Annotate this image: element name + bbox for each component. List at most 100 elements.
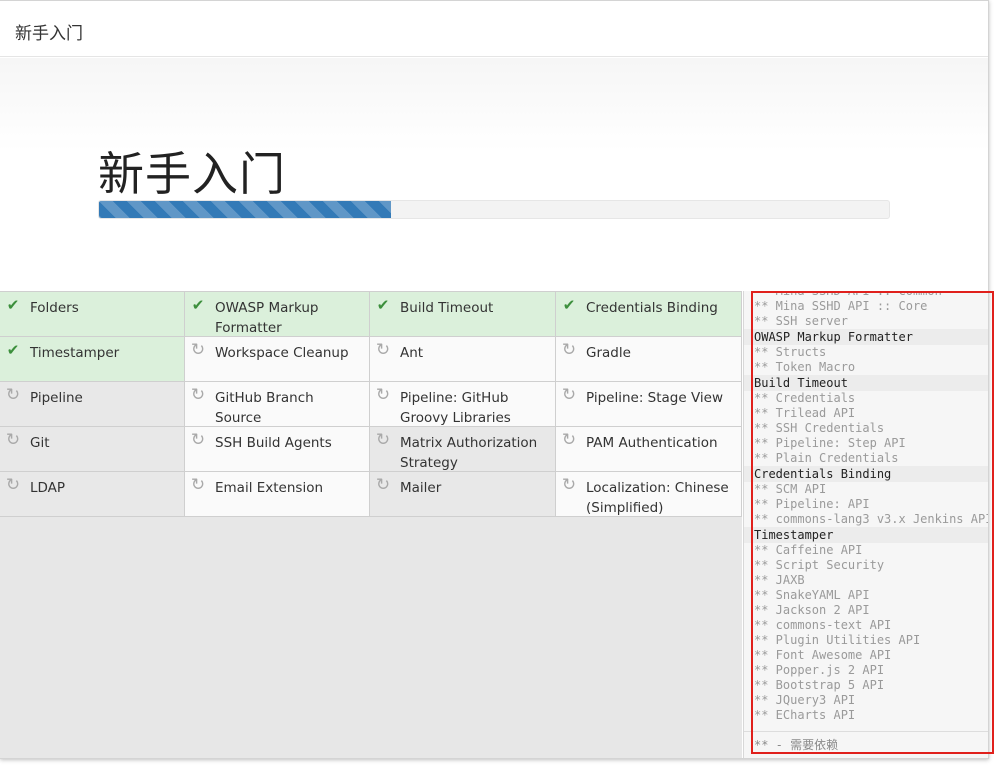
check-icon: ✔ bbox=[562, 296, 576, 314]
plugin-label: Build Timeout bbox=[400, 300, 494, 316]
plugin-cell: ✔ OWASP Markup Formatter bbox=[185, 292, 370, 337]
refresh-icon: ↻ bbox=[375, 385, 391, 405]
plugin-cell: ↻ Localization: Chinese (Simplified) bbox=[556, 472, 742, 517]
log-plugin-heading: Build Timeout bbox=[744, 375, 988, 391]
log-dependency-line: ** Structs bbox=[754, 345, 827, 359]
plugin-cell: ✔ Timestamper bbox=[0, 337, 185, 382]
refresh-icon: ↻ bbox=[561, 430, 577, 450]
refresh-icon: ↻ bbox=[190, 385, 206, 405]
install-log-panel[interactable]: ** Mina SSHD API :: Common ** Mina SSHD A… bbox=[743, 291, 988, 758]
plugin-cell: ✔ Credentials Binding bbox=[556, 292, 742, 337]
plugin-cell: ↻ Git bbox=[0, 427, 185, 472]
log-plugin-heading: Timestamper bbox=[744, 527, 988, 543]
log-dependency-line: ** commons-text API bbox=[754, 618, 892, 632]
refresh-icon: ↻ bbox=[5, 430, 21, 450]
plugin-cell: ↻ LDAP bbox=[0, 472, 185, 517]
log-dependency-line: ** Caffeine API bbox=[754, 543, 863, 557]
refresh-icon: ↻ bbox=[5, 475, 21, 495]
log-legend: ** - 需要依赖 bbox=[744, 731, 988, 758]
plugin-label: LDAP bbox=[30, 480, 66, 496]
plugin-cell: ↻ Gradle bbox=[556, 337, 742, 382]
log-dependency-line: ** SnakeYAML API bbox=[754, 588, 870, 602]
install-log-lines: ** Mina SSHD API :: Common ** Mina SSHD A… bbox=[744, 291, 988, 723]
refresh-icon: ↻ bbox=[5, 385, 21, 405]
check-icon: ✔ bbox=[191, 296, 205, 314]
plugin-label: OWASP Markup Formatter bbox=[215, 300, 319, 336]
refresh-icon: ↻ bbox=[561, 475, 577, 495]
plugin-label: Pipeline: GitHub Groovy Libraries bbox=[400, 390, 511, 426]
plugin-cell: ↻ Pipeline bbox=[0, 382, 185, 427]
log-dependency-line: ** Plugin Utilities API bbox=[754, 633, 921, 647]
log-dependency-line: ** Mina SSHD API :: Common bbox=[754, 291, 942, 298]
refresh-icon: ↻ bbox=[375, 340, 391, 360]
plugin-grid: ✔ Folders ✔ OWASP Markup Formatter ✔ Build Ti… bbox=[0, 292, 742, 517]
plugin-cell: ✔ Build Timeout bbox=[370, 292, 556, 337]
plugin-label: GitHub Branch Source bbox=[215, 390, 314, 426]
plugin-label: Credentials Binding bbox=[586, 300, 718, 316]
plugin-label: Pipeline bbox=[30, 390, 83, 406]
progress-fill bbox=[99, 201, 392, 218]
plugin-cell: ↻ Pipeline: Stage View bbox=[556, 382, 742, 427]
log-dependency-line: ** Token Macro bbox=[754, 360, 856, 374]
refresh-icon: ↻ bbox=[561, 385, 577, 405]
log-dependency-line: ** Credentials bbox=[754, 391, 856, 405]
refresh-icon: ↻ bbox=[190, 430, 206, 450]
log-dependency-line: ** commons-lang3 v3.x Jenkins API bbox=[754, 512, 988, 526]
refresh-icon: ↻ bbox=[190, 475, 206, 495]
page-title: 新手入门 bbox=[98, 147, 286, 201]
log-dependency-line: ** ECharts API bbox=[754, 708, 856, 722]
plugin-label: Localization: Chinese (Simplified) bbox=[586, 480, 729, 516]
install-progress-bar bbox=[98, 200, 890, 219]
plugin-label: Pipeline: Stage View bbox=[586, 390, 724, 406]
plugin-cell: ↻ Matrix Authorization Strategy bbox=[370, 427, 556, 472]
log-dependency-line: ** SSH Credentials bbox=[754, 421, 885, 435]
log-dependency-line: ** Pipeline: API bbox=[754, 497, 870, 511]
plugin-cell: ↻ GitHub Branch Source bbox=[185, 382, 370, 427]
plugin-cell: ↻ SSH Build Agents bbox=[185, 427, 370, 472]
check-icon: ✔ bbox=[376, 296, 390, 314]
log-dependency-line: ** JQuery3 API bbox=[754, 693, 856, 707]
log-dependency-line: ** Popper.js 2 API bbox=[754, 663, 885, 677]
log-dependency-line: ** Font Awesome API bbox=[754, 648, 892, 662]
log-dependency-line: ** JAXB bbox=[754, 573, 805, 587]
plugin-cell: ↻ Pipeline: GitHub Groovy Libraries bbox=[370, 382, 556, 427]
dialog-header: 新手入门 bbox=[0, 1, 988, 57]
log-dependency-line: ** Jackson 2 API bbox=[754, 603, 870, 617]
plugin-label: Gradle bbox=[586, 345, 631, 361]
plugin-label: Email Extension bbox=[215, 480, 324, 496]
check-icon: ✔ bbox=[6, 296, 20, 314]
dialog-title: 新手入门 bbox=[15, 24, 83, 44]
plugin-label: Matrix Authorization Strategy bbox=[400, 435, 538, 471]
plugin-label: Folders bbox=[30, 300, 79, 316]
log-dependency-line: ** Pipeline: Step API bbox=[754, 436, 906, 450]
plugin-label: Ant bbox=[400, 345, 424, 361]
log-dependency-line: ** Trilead API bbox=[754, 406, 856, 420]
plugin-cell: ↻ Workspace Cleanup bbox=[185, 337, 370, 382]
plugin-label: PAM Authentication bbox=[586, 435, 718, 451]
log-dependency-line: ** Bootstrap 5 API bbox=[754, 678, 885, 692]
log-dependency-line: ** SCM API bbox=[754, 482, 827, 496]
plugin-cell: ✔ Folders bbox=[0, 292, 185, 337]
plugin-label: Timestamper bbox=[30, 345, 120, 361]
refresh-icon: ↻ bbox=[561, 340, 577, 360]
plugin-cell: ↻ PAM Authentication bbox=[556, 427, 742, 472]
log-dependency-line: ** Plain Credentials bbox=[754, 451, 899, 465]
check-icon: ✔ bbox=[6, 341, 20, 359]
plugin-list-area: ✔ Folders ✔ OWASP Markup Formatter ✔ Build Ti… bbox=[0, 291, 742, 758]
log-plugin-heading: Credentials Binding bbox=[744, 466, 988, 482]
refresh-icon: ↻ bbox=[375, 430, 391, 450]
refresh-icon: ↻ bbox=[375, 475, 391, 495]
log-plugin-heading: OWASP Markup Formatter bbox=[744, 329, 988, 345]
plugin-label: Mailer bbox=[400, 480, 442, 496]
plugin-cell: ↻ Email Extension bbox=[185, 472, 370, 517]
plugin-cell: ↻ Ant bbox=[370, 337, 556, 382]
plugin-cell: ↻ Mailer bbox=[370, 472, 556, 517]
plugin-label: Workspace Cleanup bbox=[215, 345, 349, 361]
hero-section: 新手入门 bbox=[0, 58, 988, 291]
plugin-label: SSH Build Agents bbox=[215, 435, 332, 451]
setup-wizard-dialog: 新手入门 新手入门 ✔ Folders ✔ OWASP Markup Formatte… bbox=[0, 0, 989, 759]
log-dependency-line: ** Script Security bbox=[754, 558, 885, 572]
log-dependency-line: ** SSH server bbox=[754, 314, 848, 328]
refresh-icon: ↻ bbox=[190, 340, 206, 360]
log-dependency-line: ** Mina SSHD API :: Core bbox=[754, 299, 928, 313]
